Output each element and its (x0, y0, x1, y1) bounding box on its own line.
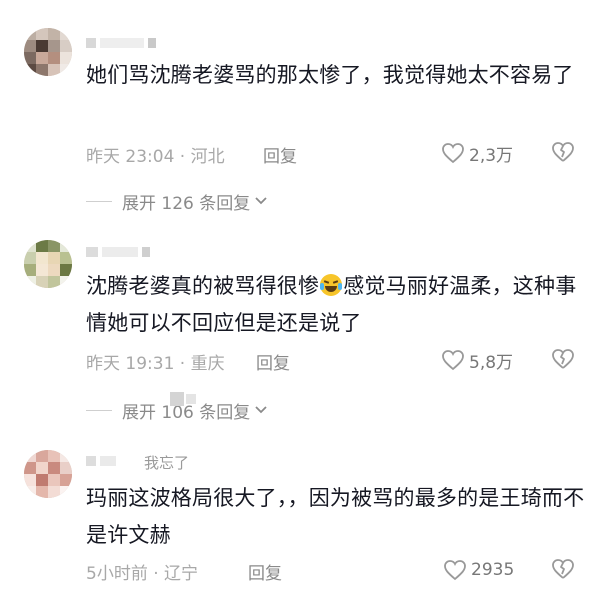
comment-meta: 昨天 19:31 · 重庆 回复 5,8万 (86, 347, 586, 374)
broken-heart-icon[interactable] (551, 141, 575, 163)
username-blurred[interactable] (86, 34, 166, 52)
heart-icon (444, 560, 466, 581)
divider (86, 200, 112, 202)
laughing-crying-emoji-icon (320, 274, 343, 296)
expand-replies-label: 展开 126 条回复 (122, 193, 251, 214)
broken-heart-icon[interactable] (551, 348, 575, 370)
like-count: 2,3万 (469, 145, 514, 166)
like-button[interactable]: 2,3万 (441, 140, 513, 166)
comment-text: 她们骂沈腾老婆骂的那太惨了，我觉得她太不容易了 (86, 63, 574, 87)
redaction-block (186, 394, 196, 404)
comment-time-location: 昨天 19:31 · 重庆 (86, 354, 225, 374)
avatar[interactable] (24, 240, 72, 288)
redaction-block (170, 392, 184, 406)
comment-text: 沈腾老婆真的被骂得很惨 感觉马丽好温柔，这种事情她可以不回应但是还是说了 (86, 268, 586, 342)
heart-icon (442, 143, 464, 164)
expand-replies[interactable]: 展开 126 条回复 (86, 189, 268, 214)
divider (86, 409, 112, 411)
username-blurred[interactable] (86, 243, 166, 261)
like-button[interactable]: 2935 (443, 557, 514, 583)
like-count: 5,8万 (469, 352, 514, 373)
reply-button[interactable]: 回复 (248, 559, 282, 584)
username-blurred[interactable]: 我忘了 (86, 452, 216, 472)
comment-time-location: 昨天 23:04 · 河北 (86, 147, 225, 167)
like-button[interactable]: 5,8万 (441, 347, 513, 373)
avatar[interactable] (24, 450, 72, 498)
heart-icon (442, 350, 464, 371)
comment-meta: 5小时前 · 辽宁 回复 2935 (86, 557, 586, 584)
comment-time-location: 5小时前 · 辽宁 (86, 564, 199, 584)
reply-button[interactable]: 回复 (263, 142, 297, 167)
reply-button[interactable]: 回复 (256, 349, 290, 374)
comment-meta: 昨天 23:04 · 河北 回复 2,3万 (86, 140, 586, 167)
comment-text-part: 沈腾老婆真的被骂得很惨 (86, 274, 320, 298)
avatar[interactable] (24, 28, 72, 76)
username-text: 我忘了 (144, 454, 190, 472)
like-count: 2935 (471, 560, 515, 580)
chevron-down-icon (255, 406, 267, 414)
broken-heart-icon[interactable] (551, 558, 575, 580)
chevron-down-icon (255, 197, 267, 205)
comment-text: 玛丽这波格局很大了，，因为被骂的最多的是王琦而不是许文赫 (86, 486, 585, 547)
